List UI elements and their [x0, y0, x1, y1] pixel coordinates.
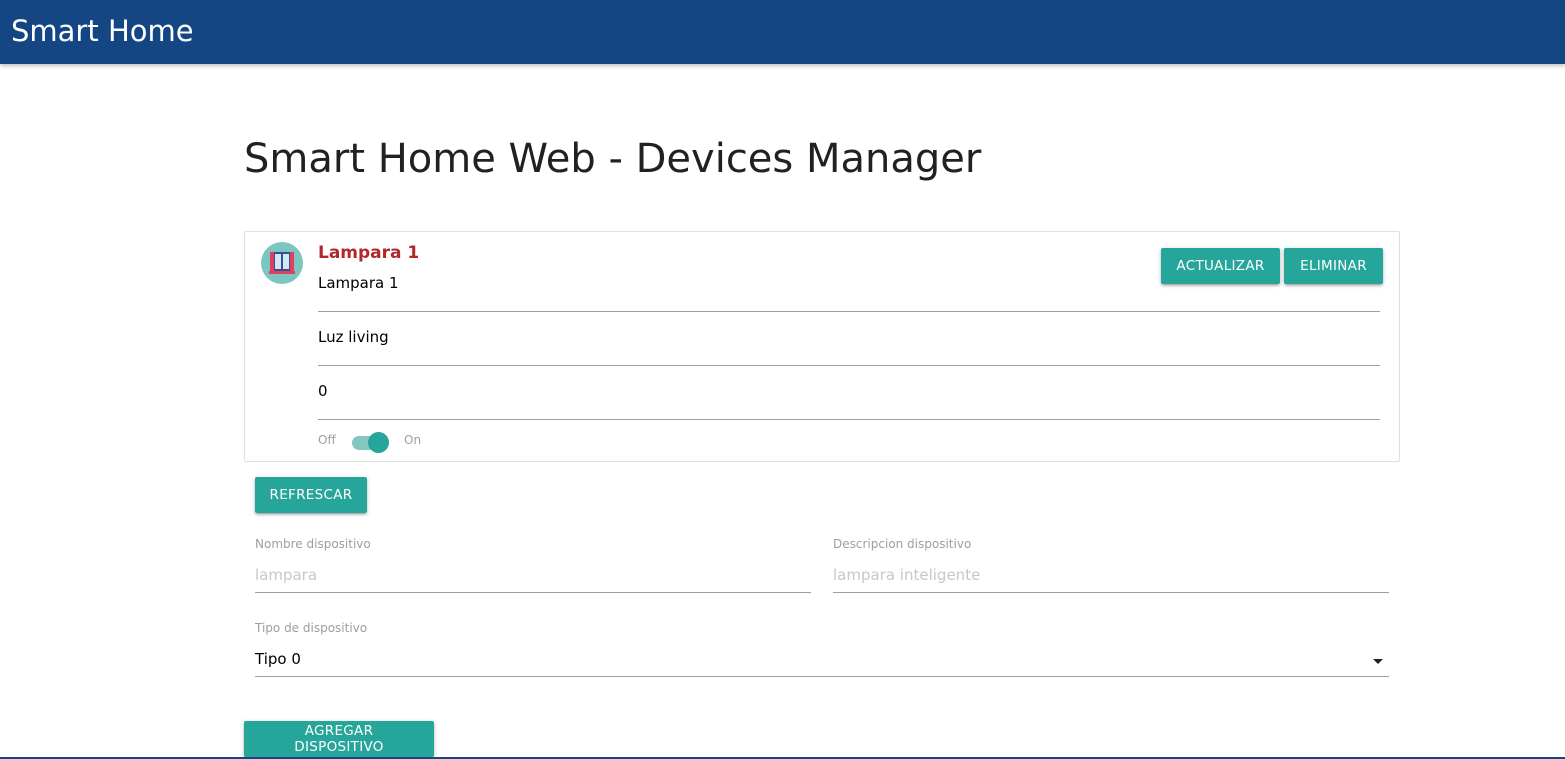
switch-on-label: On [404, 433, 422, 447]
device-title: Lampara 1 [318, 243, 420, 263]
type-selected-value: Tipo 0 [255, 650, 301, 668]
description-placeholder: lampara inteligente [833, 566, 981, 584]
switch-off-label: Off [318, 433, 336, 447]
window-icon [261, 242, 303, 284]
type-field-label: Tipo de dispositivo [255, 621, 368, 635]
top-navbar: Smart Home [0, 0, 1565, 64]
device-state-field[interactable]: 0 [318, 380, 1380, 420]
device-description-value: Luz living [318, 328, 389, 346]
device-card: Lampara 1 ACTUALIZAR ELIMINAR Lampara 1 … [244, 231, 1400, 462]
add-device-button[interactable]: AGREGAR DISPOSITIVO [244, 721, 434, 757]
switch-knob[interactable] [368, 432, 389, 453]
description-field-label: Descripcion dispositivo [833, 537, 972, 551]
device-name-field[interactable]: Lampara 1 [318, 272, 1380, 312]
page-title: Smart Home Web - Devices Manager [244, 136, 982, 182]
device-name-value: Lampara 1 [318, 274, 399, 292]
description-input[interactable]: lampara inteligente [833, 559, 1389, 593]
refresh-button[interactable]: REFRESCAR [255, 477, 367, 513]
device-description-field[interactable]: Luz living [318, 326, 1380, 366]
name-field-label: Nombre dispositivo [255, 537, 371, 551]
name-placeholder: lampara [255, 566, 318, 584]
type-select[interactable]: Tipo 0 [255, 643, 1389, 677]
device-state-value: 0 [318, 382, 328, 400]
brand-logo-text[interactable]: Smart Home [11, 14, 194, 48]
name-input[interactable]: lampara [255, 559, 811, 593]
dropdown-caret-icon[interactable] [1373, 659, 1383, 664]
